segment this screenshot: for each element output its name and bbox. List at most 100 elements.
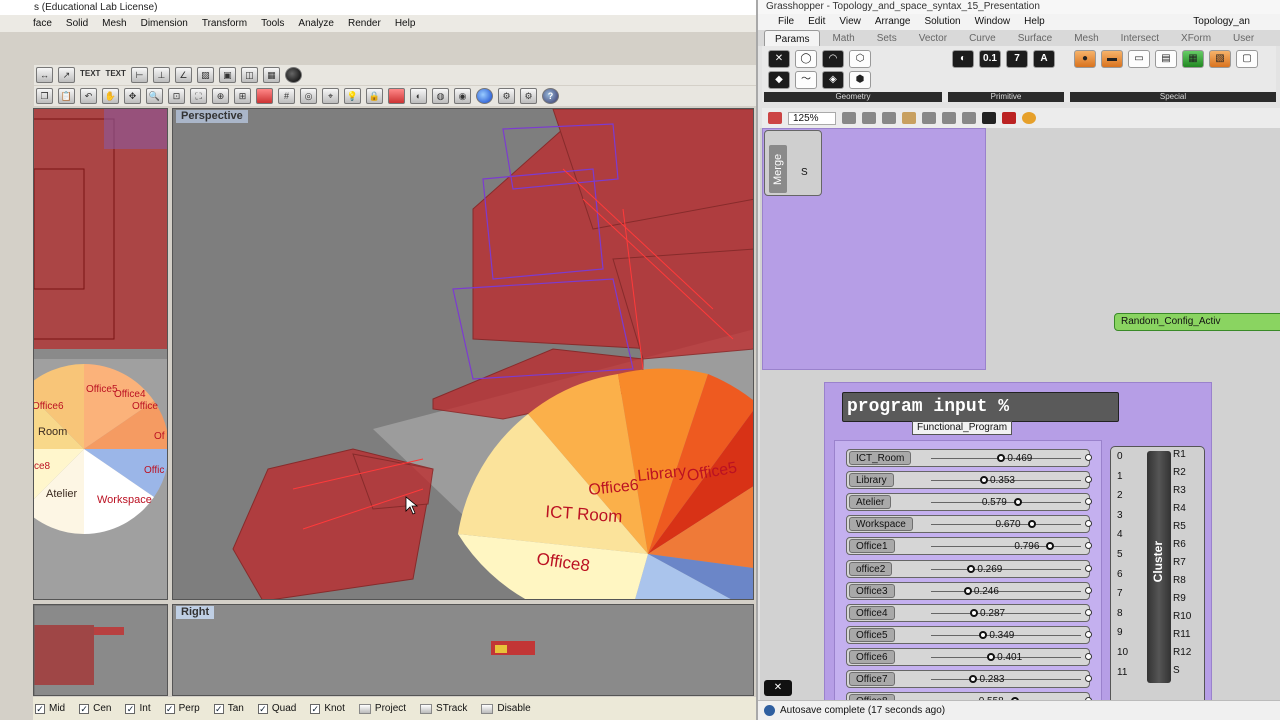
param-slider-icon[interactable]: ▭ — [1128, 50, 1150, 68]
slider-knob[interactable] — [987, 652, 996, 661]
cluster-input-port[interactable]: 4 — [1117, 529, 1123, 541]
zoom-extents-icon[interactable]: ⛶ — [190, 88, 207, 104]
osnap-knot[interactable]: ✓ Knot — [310, 703, 345, 714]
cluster-output-port[interactable]: R11 — [1173, 629, 1191, 641]
copy-icon[interactable]: ❐ — [36, 88, 53, 104]
slider-knob[interactable] — [963, 586, 972, 595]
dim-horizontal-icon[interactable]: ⊢ — [130, 67, 148, 83]
osnap-cen[interactable]: ✓ Cen — [79, 703, 111, 714]
zoom-level-select[interactable]: 125% — [788, 111, 836, 125]
checkbox-mid[interactable]: ✓ — [35, 703, 45, 714]
number-slider[interactable]: Office4 0.287 — [846, 603, 1092, 622]
menu-render[interactable]: Render — [348, 15, 381, 32]
four-view-icon[interactable]: ⊞ — [234, 88, 251, 104]
cluster-output-port[interactable]: S — [1173, 665, 1180, 677]
number-slider[interactable]: Office1 0.796 — [846, 537, 1092, 556]
slider-output-port[interactable] — [1085, 586, 1092, 594]
merge-component[interactable]: Merge S — [764, 130, 822, 196]
param-close-icon[interactable]: ✕ — [768, 50, 790, 68]
number-slider[interactable]: Atelier 0.579 — [846, 493, 1092, 512]
tab-xform[interactable]: XForm — [1171, 30, 1221, 46]
slider-track[interactable] — [931, 679, 1081, 680]
cluster-output-port[interactable]: R10 — [1173, 611, 1191, 623]
slider-knob[interactable] — [979, 476, 988, 485]
tab-params[interactable]: Params — [764, 30, 821, 46]
strack-toggle-icon[interactable] — [420, 703, 433, 714]
menu-tools[interactable]: Tools — [261, 15, 284, 32]
slider-track[interactable] — [931, 546, 1081, 548]
cluster-output-port[interactable]: R2 — [1173, 467, 1186, 479]
cluster-output-port[interactable]: R7 — [1173, 557, 1186, 569]
param-panel-icon[interactable]: ▢ — [1236, 50, 1258, 68]
param-palette-icon[interactable]: ▧ — [1209, 50, 1231, 68]
param-button-icon[interactable]: ▬ — [1101, 50, 1123, 68]
checkbox-perp[interactable]: ✓ — [164, 703, 175, 714]
viewport-right-label[interactable]: Right — [176, 606, 215, 619]
block-icon[interactable]: ▣ — [218, 67, 236, 83]
checkbox-quad[interactable]: ✓ — [257, 703, 268, 714]
zoom-selected-icon[interactable]: ⊕ — [212, 88, 229, 104]
folder-icon[interactable] — [902, 112, 916, 124]
checkbox-tan[interactable]: ✓ — [213, 703, 224, 714]
slider-output-port[interactable] — [1085, 454, 1092, 461]
param-brep-icon[interactable]: ◆ — [768, 71, 790, 89]
zoom-icon[interactable]: 🔍 — [146, 88, 163, 104]
gh-menu-window[interactable]: Window — [975, 14, 1011, 30]
cluster-input-port[interactable]: 10 — [1117, 647, 1128, 659]
zoom-extents-icon[interactable] — [842, 112, 856, 124]
light-icon[interactable]: 💡 — [344, 88, 361, 104]
number-slider[interactable]: ICT_Room 0.469 — [846, 449, 1092, 467]
pen-icon[interactable] — [768, 112, 782, 124]
tab-curve[interactable]: Curve — [959, 30, 1006, 46]
cluster-output-port[interactable]: R4 — [1173, 503, 1186, 515]
slider-output-port[interactable] — [1085, 652, 1092, 660]
slider-knob[interactable] — [970, 608, 979, 617]
osnap-perp[interactable]: ✓ Perp — [164, 703, 200, 714]
param-text-icon[interactable]: A — [1033, 50, 1055, 68]
cluster-output-port[interactable]: R3 — [1173, 485, 1186, 497]
menu-help[interactable]: Help — [395, 15, 416, 32]
menu-dimension[interactable]: Dimension — [141, 15, 188, 32]
tab-vector[interactable]: Vector — [909, 30, 957, 46]
slider-knob[interactable] — [967, 564, 976, 573]
sphere-black-icon[interactable] — [284, 67, 302, 83]
param-toggle-icon[interactable]: ● — [1074, 50, 1096, 68]
param-integer-icon[interactable]: 7 — [1006, 50, 1028, 68]
project-toggle-icon[interactable] — [358, 703, 371, 714]
slider-output-port[interactable] — [1085, 675, 1092, 682]
gh-menu-help[interactable]: Help — [1024, 14, 1045, 30]
number-slider[interactable]: Office80.558 — [846, 692, 1092, 700]
gh-menu-edit[interactable]: Edit — [808, 14, 825, 30]
pan-icon[interactable]: ✋ — [102, 88, 119, 104]
text-object-icon[interactable]: TEXT — [105, 67, 125, 83]
checkbox-cen[interactable]: ✓ — [79, 703, 90, 714]
menu-solid[interactable]: Solid — [66, 15, 88, 32]
number-slider[interactable]: Office6 0.401 — [846, 647, 1092, 666]
gh-menu-solution[interactable]: Solution — [924, 14, 960, 30]
param-boolean-icon[interactable]: ◐ — [952, 50, 974, 68]
tab-math[interactable]: Math — [822, 30, 864, 46]
gh-menu-view[interactable]: View — [839, 14, 861, 30]
lock-icon[interactable]: 🔒 — [366, 88, 383, 104]
car-icon[interactable] — [256, 88, 273, 104]
number-slider[interactable]: office2 0.269 — [846, 559, 1092, 578]
tab-intersect[interactable]: Intersect — [1111, 30, 1169, 46]
sketch-icon[interactable] — [922, 112, 936, 124]
program-input-panel[interactable]: program input % — [842, 392, 1119, 422]
osnap-quad[interactable]: ✓ Quad — [257, 703, 296, 714]
undo-icon[interactable]: ↶ — [80, 88, 97, 104]
status-strack[interactable]: STrack — [420, 703, 467, 714]
cluster-input-port[interactable]: 11 — [1117, 667, 1127, 679]
bake-icon[interactable] — [942, 112, 956, 124]
cluster-output-port[interactable]: R1 — [1173, 449, 1186, 461]
properties-icon[interactable]: ⚙ — [520, 88, 537, 104]
disable-toggle-icon[interactable] — [481, 703, 494, 714]
viewport-top[interactable]: Office5 Office4 Office6 Office Room Of c… — [33, 108, 168, 600]
cluster-output-port[interactable]: R12 — [1173, 647, 1191, 659]
param-number-icon[interactable]: 0.1 — [979, 50, 1001, 68]
slider-output-port[interactable] — [1085, 564, 1092, 572]
cluster-input-port[interactable]: 1 — [1117, 471, 1123, 483]
tab-sets[interactable]: Sets — [867, 30, 907, 46]
param-field-icon[interactable]: ◈ — [822, 71, 844, 89]
status-disable[interactable]: Disable — [481, 703, 531, 714]
